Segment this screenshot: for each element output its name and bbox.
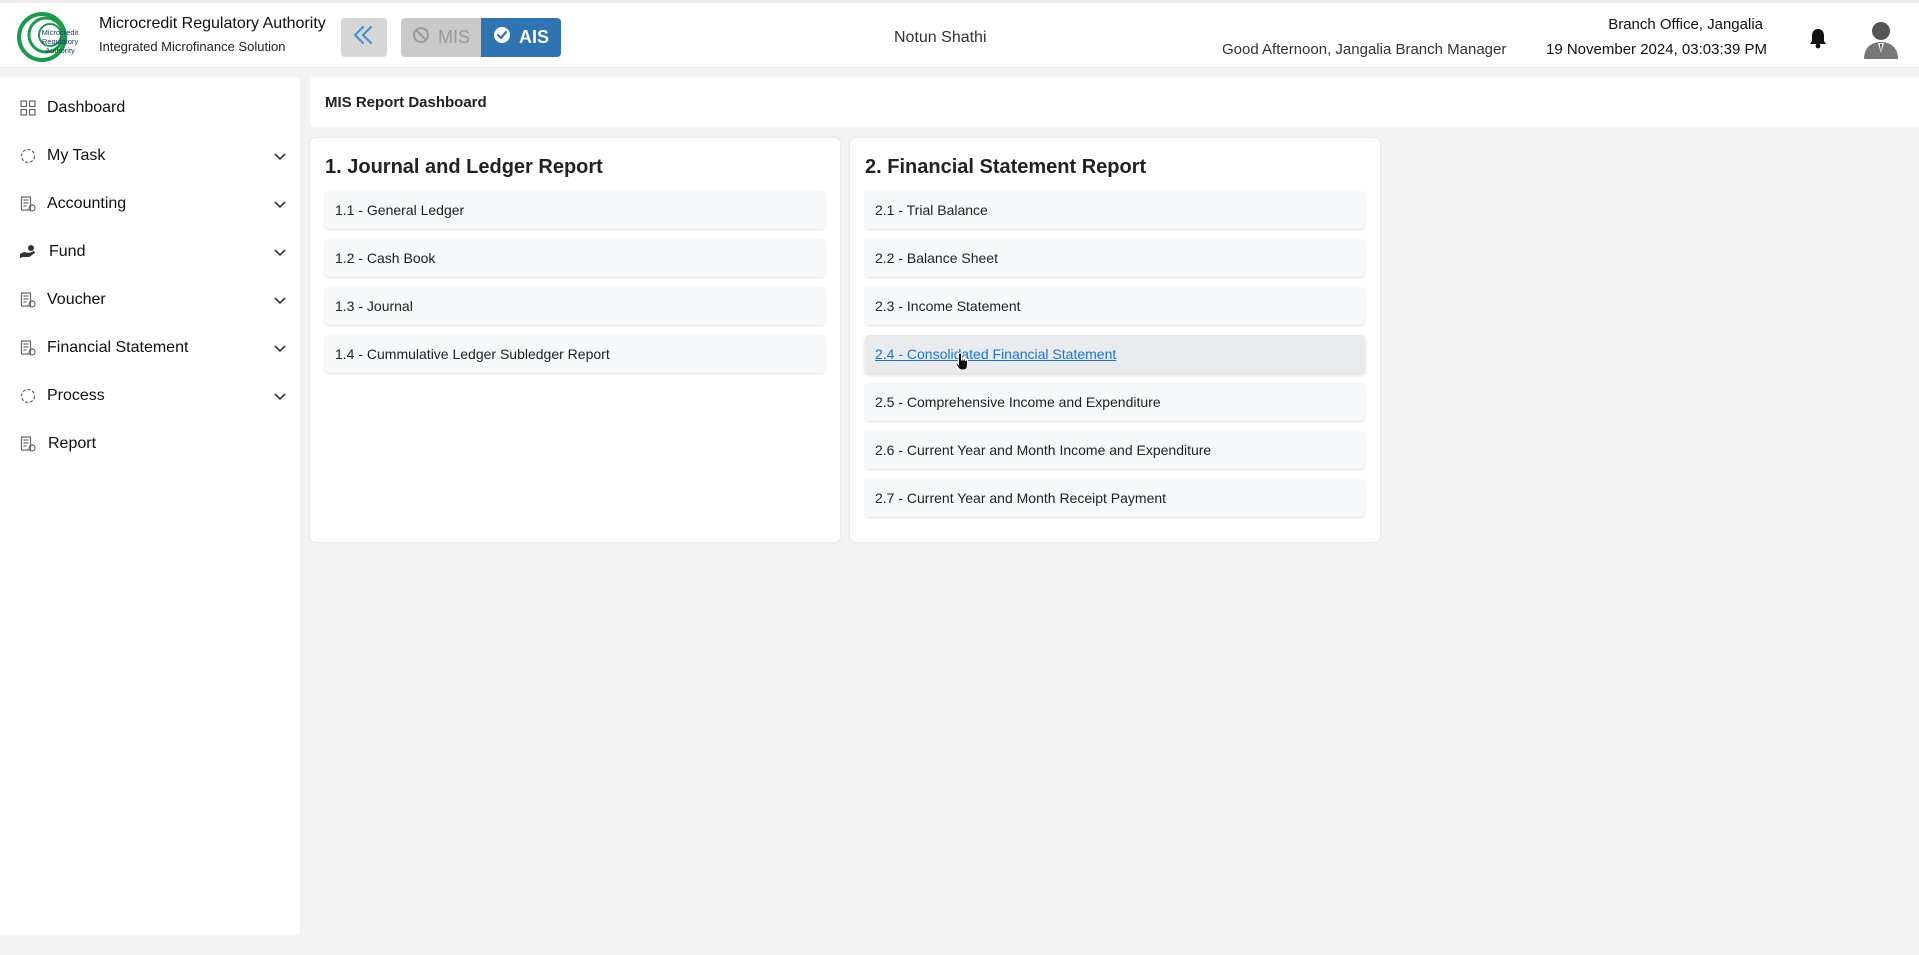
notification-bell-icon[interactable] [1808, 27, 1828, 54]
chevron-down-icon [272, 244, 288, 260]
report-link-consolidated-financial-statement[interactable]: 2.4 - Consolidated Financial Statement [865, 335, 1365, 373]
ledger-icon [19, 291, 37, 309]
current-datetime: 19 November 2024, 03:03:39 PM [1546, 41, 1767, 58]
branch-name: Branch Office, Jangalia [1608, 16, 1763, 33]
sidebar-item-label: Financial Statement [47, 339, 189, 356]
financial-statement-report-card: 2. Financial Statement Report 2.1 - Tria… [850, 138, 1380, 542]
dashed-circle-icon [19, 387, 37, 405]
report-link-trial-balance[interactable]: 2.1 - Trial Balance [865, 191, 1365, 229]
org-subtitle: Integrated Microfinance Solution [99, 39, 286, 54]
mra-logo: Microcredit Regulatory Authority [16, 11, 90, 63]
hand-pointer-cursor-icon [955, 352, 971, 377]
journal-ledger-report-card: 1. Journal and Ledger Report 1.1 - Gener… [310, 138, 840, 542]
ledger-icon [19, 195, 37, 213]
grid-icon [19, 99, 37, 117]
sidebar-item-process[interactable]: Process [0, 376, 300, 416]
system-toggle: MIS AIS [401, 18, 561, 57]
sidebar-item-label: Voucher [47, 291, 106, 308]
sidebar-item-dashboard[interactable]: Dashboard [0, 88, 300, 128]
card-title: 1. Journal and Ledger Report [325, 156, 603, 178]
report-link-current-year-month-income-expenditure[interactable]: 2.6 - Current Year and Month Income and … [865, 431, 1365, 469]
ban-icon [412, 26, 430, 49]
mis-button[interactable]: MIS [401, 18, 481, 57]
svg-text:Microcredit: Microcredit [42, 28, 80, 37]
mis-label: MIS [437, 27, 470, 47]
report-link-balance-sheet[interactable]: 2.2 - Balance Sheet [865, 239, 1365, 277]
report-link-income-statement[interactable]: 2.3 - Income Statement [865, 287, 1365, 325]
ais-label: AIS [518, 27, 549, 47]
dashed-circle-icon [19, 147, 37, 165]
check-circle-icon [493, 26, 511, 49]
card-title: 2. Financial Statement Report [865, 156, 1147, 178]
sidebar-item-voucher[interactable]: Voucher [0, 280, 300, 320]
org-name: Microcredit Regulatory Authority [99, 15, 326, 32]
greeting-text: Good Afternoon, Jangalia Branch Manager [1222, 41, 1507, 58]
ais-button[interactable]: AIS [481, 18, 561, 57]
app-center-title: Notun Shathi [894, 29, 987, 46]
user-avatar-icon[interactable] [1862, 19, 1900, 64]
sidebar-item-fund[interactable]: Fund [0, 232, 300, 272]
sidebar-item-label: Report [48, 435, 97, 452]
ledger-icon [19, 435, 37, 453]
ledger-icon [19, 339, 37, 357]
chevron-down-icon [272, 340, 288, 356]
svg-text:Regulatory: Regulatory [42, 37, 79, 46]
sidebar-item-accounting[interactable]: Accounting [0, 184, 300, 224]
hand-coin-icon [19, 243, 37, 261]
double-chevron-left-icon [351, 24, 377, 51]
page-title: MIS Report Dashboard [325, 94, 487, 111]
report-link-general-ledger[interactable]: 1.1 - General Ledger [325, 191, 825, 229]
sidebar-item-my-task[interactable]: My Task [0, 136, 300, 176]
report-link-cumulative-ledger-subledger[interactable]: 1.4 - Cummulative Ledger Subledger Repor… [325, 335, 825, 373]
sidebar-item-financial-statement[interactable]: Financial Statement [0, 328, 300, 368]
chevron-down-icon [272, 148, 288, 164]
sidebar-item-label: Fund [49, 243, 86, 260]
top-header: Microcredit Regulatory Authority Microcr… [0, 0, 1919, 68]
svg-text:Authority: Authority [45, 46, 75, 55]
report-link-journal[interactable]: 1.3 - Journal [325, 287, 825, 325]
page-title-bar: MIS Report Dashboard [310, 77, 1919, 127]
chevron-down-icon [272, 292, 288, 308]
chevron-down-icon [272, 196, 288, 212]
sidebar-item-label: Process [47, 387, 105, 404]
sidebar-item-report[interactable]: Report [0, 424, 300, 464]
sidebar-item-label: My Task [47, 147, 106, 164]
sidebar-item-label: Dashboard [47, 99, 126, 116]
report-link-cash-book[interactable]: 1.2 - Cash Book [325, 239, 825, 277]
collapse-sidebar-button[interactable] [341, 18, 387, 57]
report-link-current-year-month-receipt-payment[interactable]: 2.7 - Current Year and Month Receipt Pay… [865, 479, 1365, 517]
sidebar-item-label: Accounting [47, 195, 127, 212]
chevron-down-icon [272, 388, 288, 404]
sidebar: Dashboard My Task Accounting Fund Vouche… [0, 77, 300, 935]
report-link-comprehensive-income-expenditure[interactable]: 2.5 - Comprehensive Income and Expenditu… [865, 383, 1365, 421]
